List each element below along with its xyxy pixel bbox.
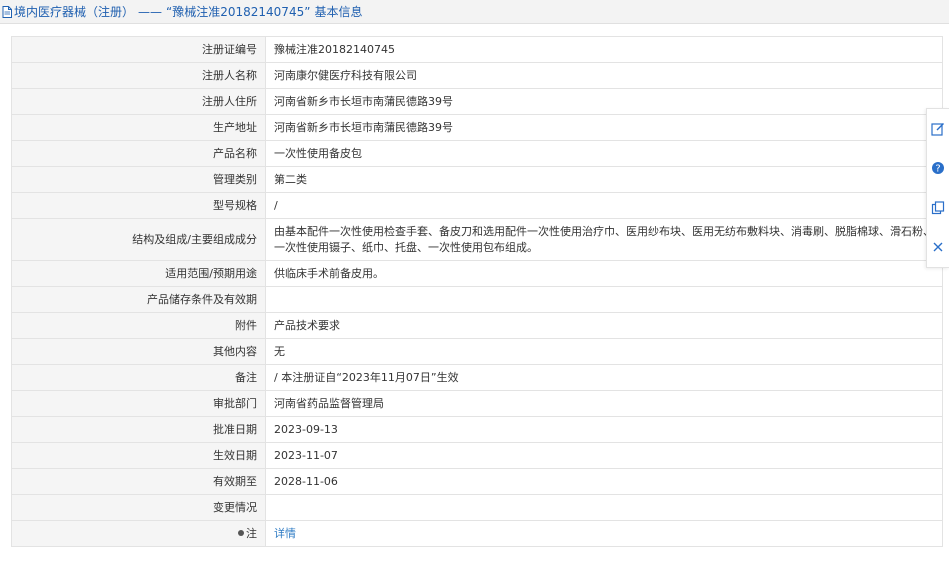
row-value-registrant-name: 河南康尔健医疗科技有限公司 [265, 62, 943, 89]
table-row: 注册证编号 豫械注准20182140745 [11, 36, 943, 63]
table-row: 管理类别 第二类 [11, 166, 943, 193]
row-label-attachment: 附件 [11, 312, 266, 339]
table-row: 生产地址 河南省新乡市长垣市南蒲民德路39号 [11, 114, 943, 141]
table-row: 批准日期 2023-09-13 [11, 416, 943, 443]
table-row: 注 详情 [11, 520, 943, 547]
help-icon: ? [932, 162, 944, 175]
close-icon [933, 242, 943, 252]
header-category: 境内医疗器械（注册） [14, 5, 135, 19]
table-row: 备注 / 本注册证自“2023年11月07日”生效 [11, 364, 943, 391]
row-label-product-name: 产品名称 [11, 140, 266, 167]
side-toolbar: ? [926, 108, 949, 268]
table-row: 生效日期 2023-11-07 [11, 442, 943, 469]
row-value-other: 无 [265, 338, 943, 365]
table-row: 产品储存条件及有效期 [11, 286, 943, 313]
table-row: 型号规格 / [11, 192, 943, 219]
header-separator: —— [138, 4, 163, 19]
row-value-approval-date: 2023-09-13 [265, 416, 943, 443]
row-label-composition: 结构及组成/主要组成成分 [11, 218, 266, 261]
row-label-approval-date: 批准日期 [11, 416, 266, 443]
bullet-icon [238, 529, 244, 536]
row-value-valid-until: 2028-11-06 [265, 468, 943, 495]
row-label-storage-validity: 产品储存条件及有效期 [11, 286, 266, 313]
table-row: 注册人住所 河南省新乡市长垣市南蒲民德路39号 [11, 88, 943, 115]
table-row: 注册人名称 河南康尔健医疗科技有限公司 [11, 62, 943, 89]
table-row: 产品名称 一次性使用备皮包 [11, 140, 943, 167]
header-registration-number: “豫械注准20182140745” [166, 5, 311, 19]
row-label-note: 注 [11, 520, 266, 547]
edit-icon [931, 122, 944, 136]
row-label-registrant-address: 注册人住所 [11, 88, 266, 115]
row-label-management-class: 管理类别 [11, 166, 266, 193]
row-value-intended-use: 供临床手术前备皮用。 [265, 260, 943, 287]
edit-tool-button[interactable] [927, 109, 949, 149]
row-label-production-address: 生产地址 [11, 114, 266, 141]
table-row: 变更情况 [11, 494, 943, 521]
row-label-intended-use: 适用范围/预期用途 [11, 260, 266, 287]
row-value-changes [265, 494, 943, 521]
row-value-storage-validity [265, 286, 943, 313]
row-value-model-spec: / [265, 192, 943, 219]
note-label-text: 注 [246, 526, 257, 540]
table-row: 审批部门 河南省药品监督管理局 [11, 390, 943, 417]
page-header: 境内医疗器械（注册） —— “豫械注准20182140745” 基本信息 [0, 0, 949, 24]
row-label-valid-until: 有效期至 [11, 468, 266, 495]
row-label-model-spec: 型号规格 [11, 192, 266, 219]
row-value-management-class: 第二类 [265, 166, 943, 193]
info-table: 注册证编号 豫械注准20182140745 注册人名称 河南康尔健医疗科技有限公… [11, 36, 943, 547]
document-icon [2, 5, 12, 18]
close-tool-button[interactable] [927, 228, 949, 268]
row-value-note: 详情 [265, 520, 943, 547]
table-row: 适用范围/预期用途 供临床手术前备皮用。 [11, 260, 943, 287]
row-value-remarks: / 本注册证自“2023年11月07日”生效 [265, 364, 943, 391]
help-tool-button[interactable]: ? [927, 149, 949, 189]
row-label-registrant-name: 注册人名称 [11, 62, 266, 89]
table-row: 结构及组成/主要组成成分 由基本配件一次性使用检查手套、备皮刀和选用配件一次性使… [11, 218, 943, 261]
svg-text:?: ? [935, 164, 940, 175]
details-link[interactable]: 详情 [274, 527, 296, 540]
row-label-changes: 变更情况 [11, 494, 266, 521]
copy-tool-button[interactable] [927, 188, 949, 228]
row-value-effective-date: 2023-11-07 [265, 442, 943, 469]
row-label-approval-dept: 审批部门 [11, 390, 266, 417]
row-value-product-name: 一次性使用备皮包 [265, 140, 943, 167]
table-row: 有效期至 2028-11-06 [11, 468, 943, 495]
row-value-approval-dept: 河南省药品监督管理局 [265, 390, 943, 417]
header-suffix: 基本信息 [314, 5, 363, 19]
row-value-attachment: 产品技术要求 [265, 312, 943, 339]
row-value-composition: 由基本配件一次性使用检查手套、备皮刀和选用配件一次性使用治疗巾、医用纱布块、医用… [265, 218, 943, 261]
row-label-effective-date: 生效日期 [11, 442, 266, 469]
row-value-registrant-address: 河南省新乡市长垣市南蒲民德路39号 [265, 88, 943, 115]
row-value-production-address: 河南省新乡市长垣市南蒲民德路39号 [265, 114, 943, 141]
copy-icon [931, 201, 945, 214]
row-label-other: 其他内容 [11, 338, 266, 365]
table-row: 其他内容 无 [11, 338, 943, 365]
table-row: 附件 产品技术要求 [11, 312, 943, 339]
row-label-remarks: 备注 [11, 364, 266, 391]
row-value-registration-no: 豫械注准20182140745 [265, 36, 943, 63]
row-label-registration-no: 注册证编号 [11, 36, 266, 63]
